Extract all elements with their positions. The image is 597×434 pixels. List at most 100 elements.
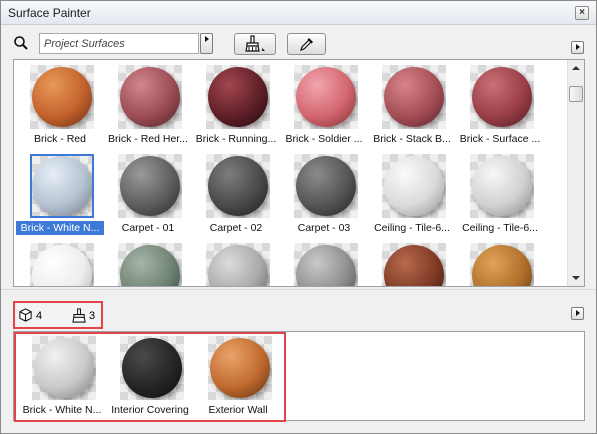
- search-input[interactable]: [39, 33, 199, 54]
- surface-tile[interactable]: [104, 238, 192, 286]
- surface-tile[interactable]: Brick - White N...: [16, 149, 104, 237]
- material-sphere: [472, 67, 532, 127]
- close-button[interactable]: ×: [575, 6, 589, 20]
- surface-thumbnail[interactable]: [470, 243, 534, 286]
- surface-label: Carpet - 02: [209, 222, 263, 234]
- surface-thumbnail[interactable]: [30, 243, 94, 286]
- paintbrush-icon: [72, 308, 86, 323]
- material-sphere: [208, 245, 268, 286]
- options-menu-button[interactable]: [571, 41, 584, 54]
- surface-tile[interactable]: [16, 238, 104, 286]
- surface-label: Brick - White N...: [16, 221, 104, 235]
- surface-label: Exterior Wall: [208, 404, 268, 416]
- surface-label: Brick - Stack B...: [373, 133, 451, 145]
- surface-thumbnail[interactable]: [206, 65, 270, 129]
- surface-label: Brick - Running...: [195, 133, 277, 145]
- surface-tile[interactable]: Exterior Wall: [194, 334, 282, 422]
- search-icon: [14, 36, 28, 50]
- material-sphere: [120, 67, 180, 127]
- surface-label: Interior Covering: [111, 404, 189, 416]
- toolbar: [1, 26, 596, 60]
- object-count: 4: [36, 310, 43, 322]
- surface-label: Brick - Soldier ...: [285, 133, 363, 145]
- surface-tile[interactable]: Brick - Red Her...: [104, 60, 192, 148]
- surface-thumbnail[interactable]: [470, 65, 534, 129]
- surface-label: Ceiling - Tile-6...: [374, 222, 450, 234]
- surface-tile[interactable]: [368, 238, 456, 286]
- material-sphere: [32, 245, 92, 286]
- surface-tile[interactable]: [456, 238, 544, 286]
- surface-tile[interactable]: Ceiling - Tile-6...: [456, 149, 544, 237]
- surface-label: Brick - Red Her...: [108, 133, 188, 145]
- surface-thumbnail[interactable]: [118, 154, 182, 218]
- material-sphere: [384, 156, 444, 216]
- material-sphere: [296, 67, 356, 127]
- surface-label: Brick - Red: [34, 133, 86, 145]
- material-sphere: [122, 338, 182, 398]
- title-bar[interactable]: Surface Painter ×: [1, 1, 596, 25]
- surface-thumbnail[interactable]: [30, 65, 94, 129]
- surface-tile[interactable]: Brick - White N...: [18, 334, 106, 422]
- scroll-up-arrow[interactable]: [568, 60, 584, 76]
- window-title: Surface Painter: [8, 6, 91, 20]
- surface-thumbnail[interactable]: [206, 243, 270, 286]
- search-dropdown-button[interactable]: [200, 33, 213, 54]
- material-sphere: [210, 338, 270, 398]
- surface-tile[interactable]: Brick - Red: [16, 60, 104, 148]
- selection-counts: 4 3: [13, 301, 103, 329]
- surface-tile[interactable]: Ceiling - Tile-6...: [368, 149, 456, 237]
- material-sphere: [32, 156, 92, 216]
- scroll-thumb[interactable]: [569, 86, 583, 102]
- material-sphere: [384, 245, 444, 286]
- surface-thumbnail[interactable]: [120, 336, 184, 400]
- surface-thumbnail[interactable]: [470, 154, 534, 218]
- surface-tile[interactable]: [192, 238, 280, 286]
- surface-label: Brick - Surface ...: [459, 133, 541, 145]
- panel-divider[interactable]: [1, 289, 596, 297]
- surface-tile[interactable]: Interior Covering: [106, 334, 194, 422]
- material-sphere: [472, 156, 532, 216]
- material-sphere: [208, 156, 268, 216]
- surface-thumbnail[interactable]: [294, 154, 358, 218]
- surface-tile[interactable]: Brick - Stack B...: [368, 60, 456, 148]
- scroll-down-arrow[interactable]: [568, 270, 584, 286]
- surface-label: Brick - White N...: [22, 404, 102, 416]
- surface-thumbnail[interactable]: [294, 243, 358, 286]
- surface-tile[interactable]: Brick - Surface ...: [456, 60, 544, 148]
- surface-label: Carpet - 01: [121, 222, 175, 234]
- surface-thumbnail[interactable]: [294, 65, 358, 129]
- surface-thumbnail[interactable]: [32, 336, 96, 400]
- surface-tile[interactable]: Carpet - 03: [280, 149, 368, 237]
- paintbrush-icon: [245, 35, 265, 52]
- surface-tile[interactable]: Brick - Soldier ...: [280, 60, 368, 148]
- material-sphere: [208, 67, 268, 127]
- surface-label: Ceiling - Tile-6...: [462, 222, 538, 234]
- surface-tile[interactable]: [280, 238, 368, 286]
- surface-thumbnail[interactable]: [118, 243, 182, 286]
- eyedropper-icon: [299, 38, 313, 51]
- material-sphere: [472, 245, 532, 286]
- surface-thumbnail[interactable]: [206, 154, 270, 218]
- surface-thumbnail[interactable]: [118, 65, 182, 129]
- material-sphere: [384, 67, 444, 127]
- vertical-scrollbar[interactable]: [567, 60, 584, 286]
- used-surfaces-highlight: Brick - White N... Interior Covering Exter…: [14, 332, 286, 422]
- surface-thumbnail[interactable]: [382, 65, 446, 129]
- surface-thumbnail[interactable]: [382, 154, 446, 218]
- material-sphere: [296, 245, 356, 286]
- surface-thumbnail[interactable]: [30, 154, 94, 218]
- surface-tile[interactable]: Carpet - 02: [192, 149, 280, 237]
- cube-icon: [19, 308, 32, 322]
- surface-tile[interactable]: Carpet - 01: [104, 149, 192, 237]
- surface-grid-panel: Brick - Red Brick - Red Her... Brick - Run…: [13, 59, 585, 287]
- material-sphere: [120, 245, 180, 286]
- used-surfaces-panel: Brick - White N... Interior Covering Exter…: [13, 331, 585, 422]
- material-sphere: [32, 67, 92, 127]
- surface-thumbnail[interactable]: [382, 243, 446, 286]
- pick-surface-button[interactable]: [287, 33, 326, 55]
- surface-thumbnail[interactable]: [208, 336, 272, 400]
- used-surfaces-menu-button[interactable]: [571, 307, 584, 320]
- surface-label: Carpet - 03: [297, 222, 351, 234]
- paint-surface-button[interactable]: [234, 33, 276, 55]
- surface-tile[interactable]: Brick - Running...: [192, 60, 280, 148]
